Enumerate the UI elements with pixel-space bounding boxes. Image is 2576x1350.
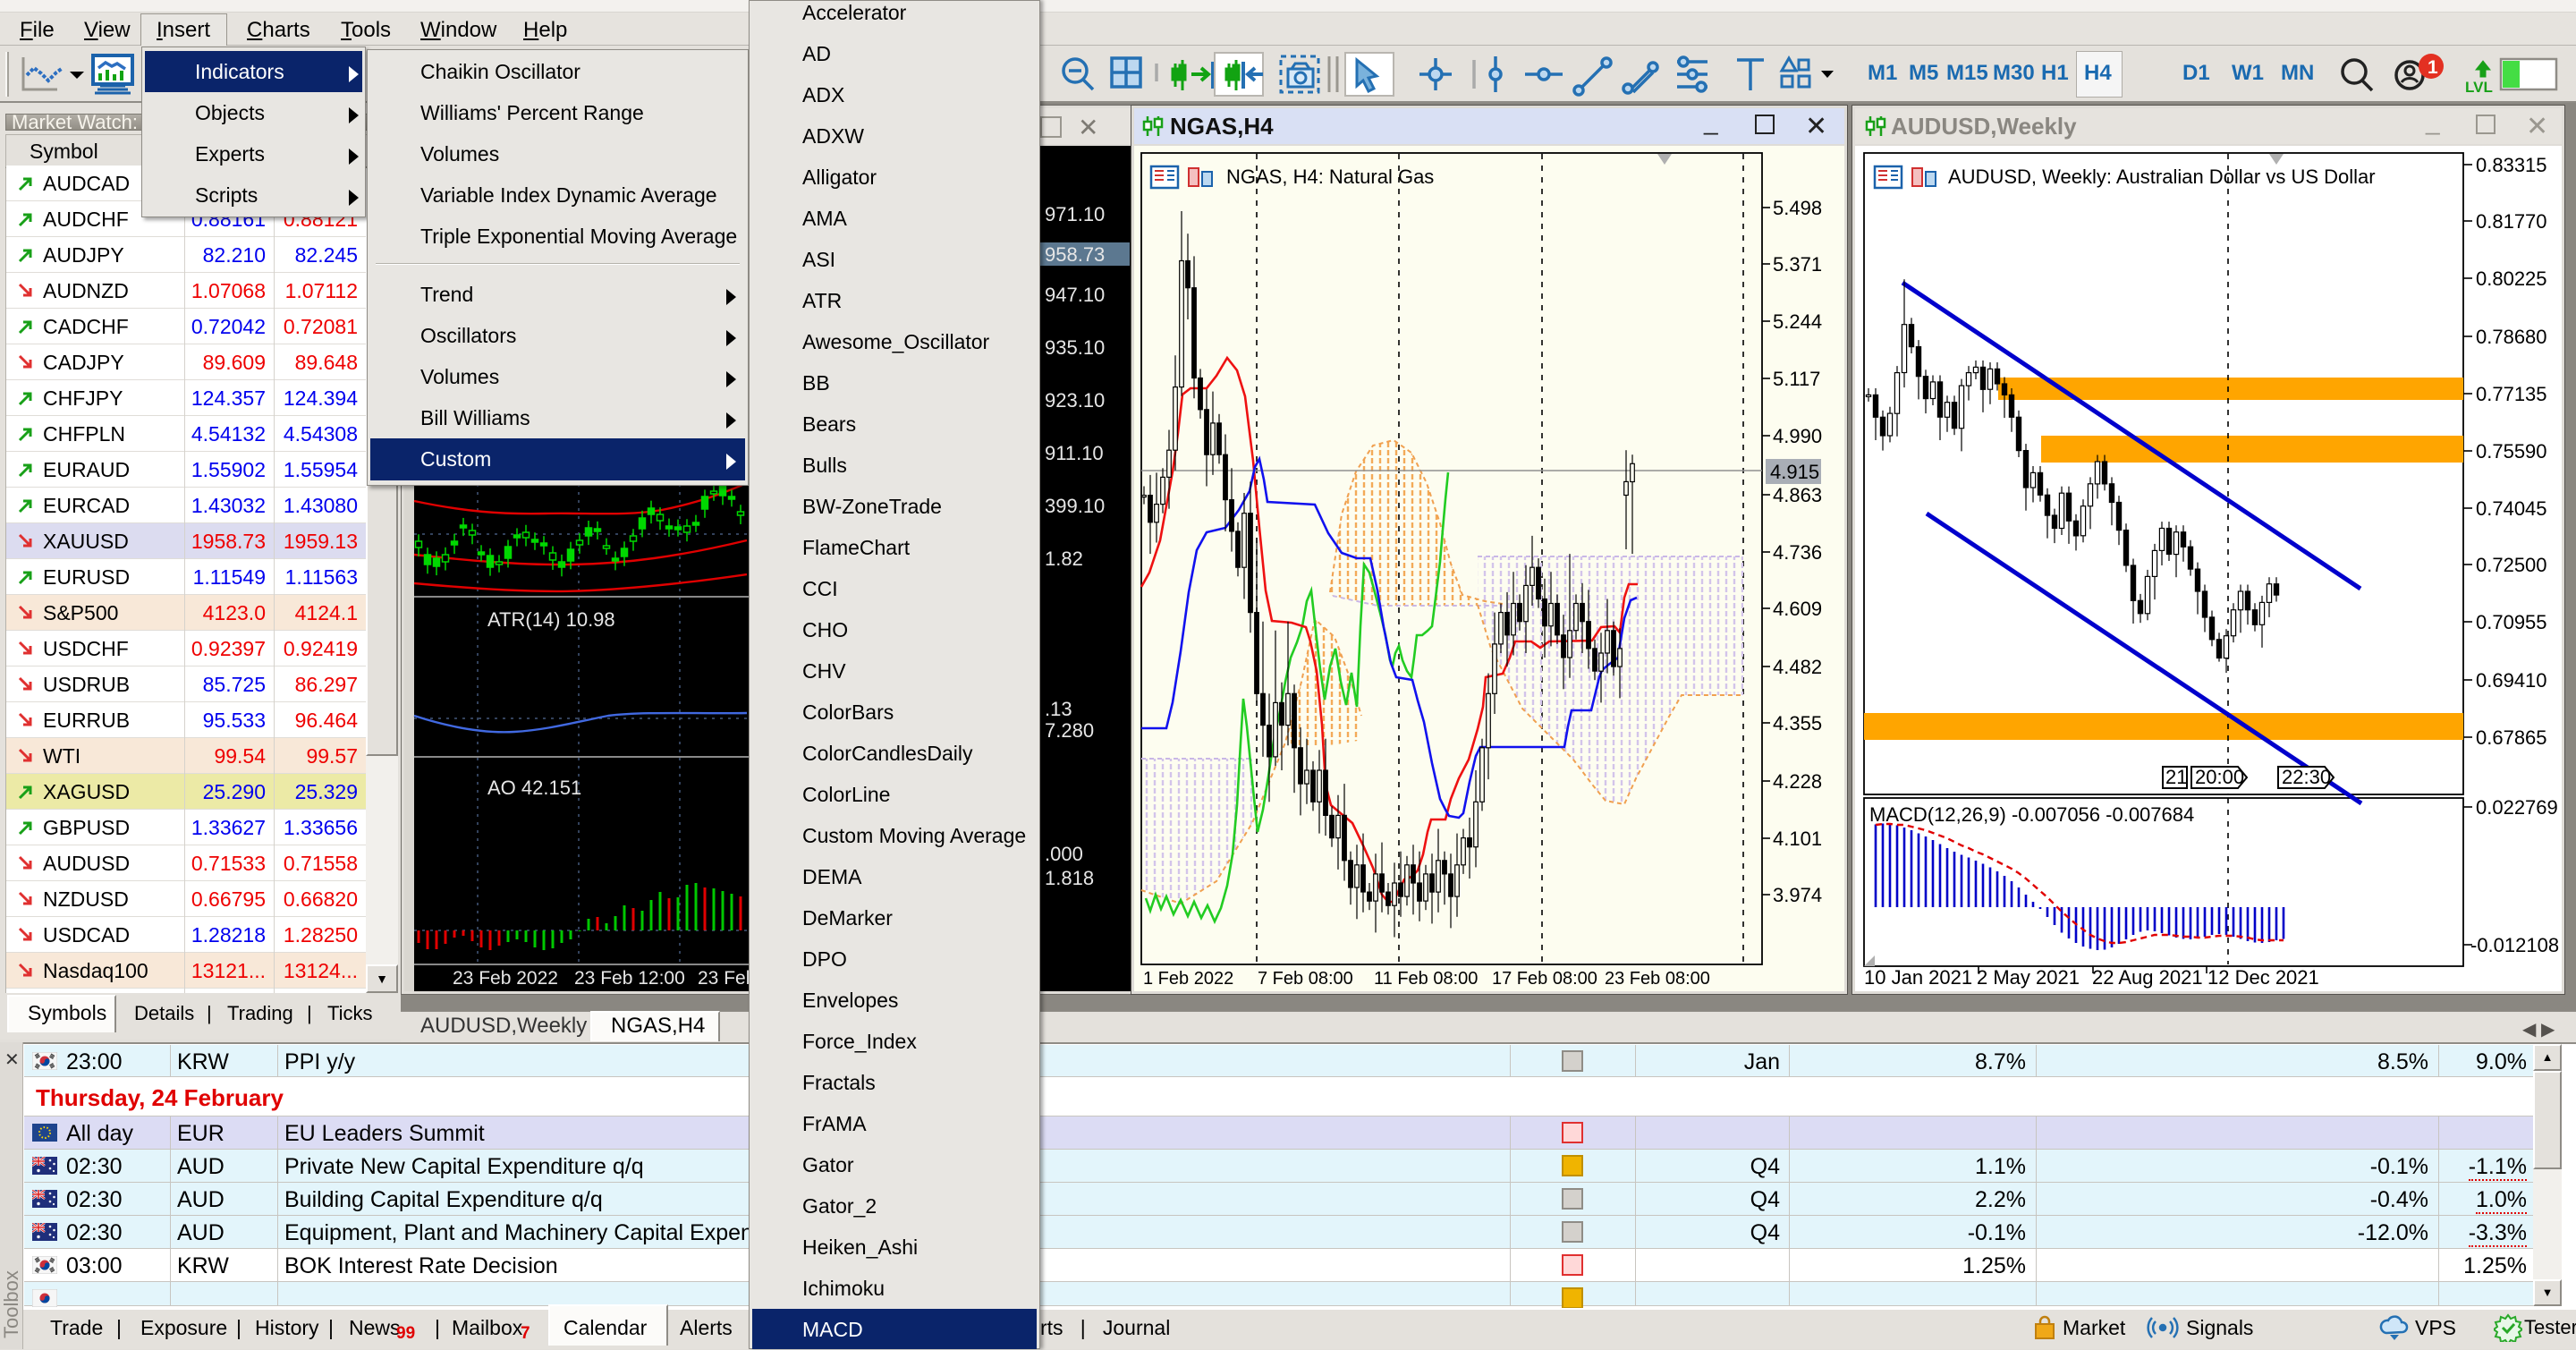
svg-text:971.10: 971.10 [1045,203,1105,225]
svg-text:4.736: 4.736 [1773,541,1822,564]
svg-text:1: 1 [2428,57,2438,78]
svg-text:947.10: 947.10 [1045,284,1105,306]
svg-text:12 Dec 2021: 12 Dec 2021 [2207,966,2319,989]
svg-text:1 Feb 2022: 1 Feb 2022 [1143,969,1233,989]
svg-text:NGAS, H4: Natural Gas: NGAS, H4: Natural Gas [1226,166,1434,188]
svg-text:0.80225: 0.80225 [2476,267,2547,290]
svg-text:17 Feb 08:00: 17 Feb 08:00 [1492,969,1597,989]
svg-text:1.818: 1.818 [1045,867,1094,889]
svg-text:AO 42.151: AO 42.151 [487,777,581,799]
svg-text:911.10: 911.10 [1045,442,1104,464]
svg-text:4.863: 4.863 [1773,484,1822,506]
svg-text:5.498: 5.498 [1773,197,1822,219]
svg-text:23 Feb 2022: 23 Feb 2022 [453,968,558,989]
svg-text:20:00: 20:00 [2195,766,2244,788]
svg-text:22 Aug 2021: 22 Aug 2021 [2092,966,2203,989]
svg-text:4.228: 4.228 [1773,770,1822,793]
svg-text:11 Feb 08:00: 11 Feb 08:00 [1374,969,1478,989]
svg-text:1.82: 1.82 [1045,548,1083,570]
svg-text:4.355: 4.355 [1773,712,1822,734]
svg-text:22:30: 22:30 [2282,766,2331,788]
svg-text:23 Feb 12:00: 23 Feb 12:00 [574,968,685,989]
svg-text:0.67865: 0.67865 [2476,726,2547,749]
svg-text:-0.012108: -0.012108 [2470,934,2559,956]
svg-text:0.70955: 0.70955 [2476,611,2547,633]
svg-text:4.482: 4.482 [1773,656,1822,678]
svg-text:935.10: 935.10 [1045,336,1105,359]
svg-text:0.75590: 0.75590 [2476,440,2547,463]
svg-text:0.74045: 0.74045 [2476,497,2547,520]
svg-text:0.72500: 0.72500 [2476,554,2547,576]
svg-text:5.244: 5.244 [1773,310,1822,333]
svg-text:7.280: 7.280 [1045,719,1094,742]
svg-text:0.83315: 0.83315 [2476,154,2547,176]
svg-text:10 Jan 2021: 10 Jan 2021 [1864,966,1972,989]
svg-text:LVL: LVL [2465,79,2493,96]
svg-text:0.69410: 0.69410 [2476,669,2547,692]
svg-text:4.990: 4.990 [1773,425,1822,447]
svg-text:7 Feb 08:00: 7 Feb 08:00 [1258,969,1353,989]
svg-text:0.81770: 0.81770 [2476,210,2547,233]
svg-text:923.10: 923.10 [1045,389,1105,412]
svg-text:958.73: 958.73 [1045,243,1105,266]
svg-text:5.117: 5.117 [1773,368,1820,390]
svg-text:4.609: 4.609 [1773,598,1822,620]
svg-text:0.022769: 0.022769 [2476,796,2558,819]
svg-text:AUDUSD, Weekly: Australian Do: AUDUSD, Weekly: Australian Dollar vs US … [1948,166,2376,188]
svg-text:.000: .000 [1045,843,1083,865]
svg-text:2 May 2021: 2 May 2021 [1977,966,2080,989]
svg-text:399.10: 399.10 [1045,495,1105,517]
svg-text:ATR(14) 10.98: ATR(14) 10.98 [487,608,615,631]
svg-text:21: 21 [2165,766,2187,788]
svg-text:MACD(12,26,9) -0.007056 -0.007: MACD(12,26,9) -0.007056 -0.007684 [1869,803,2194,826]
svg-text:0.77135: 0.77135 [2476,383,2547,405]
svg-text:23 Feb 08:00: 23 Feb 08:00 [1605,969,1710,989]
svg-text:0.78680: 0.78680 [2476,326,2547,348]
svg-text:.13: .13 [1045,698,1072,720]
svg-text:5.371: 5.371 [1773,253,1822,276]
svg-text:4.101: 4.101 [1773,828,1822,850]
svg-text:3.974: 3.974 [1773,884,1822,906]
svg-text:4.915: 4.915 [1770,461,1819,483]
